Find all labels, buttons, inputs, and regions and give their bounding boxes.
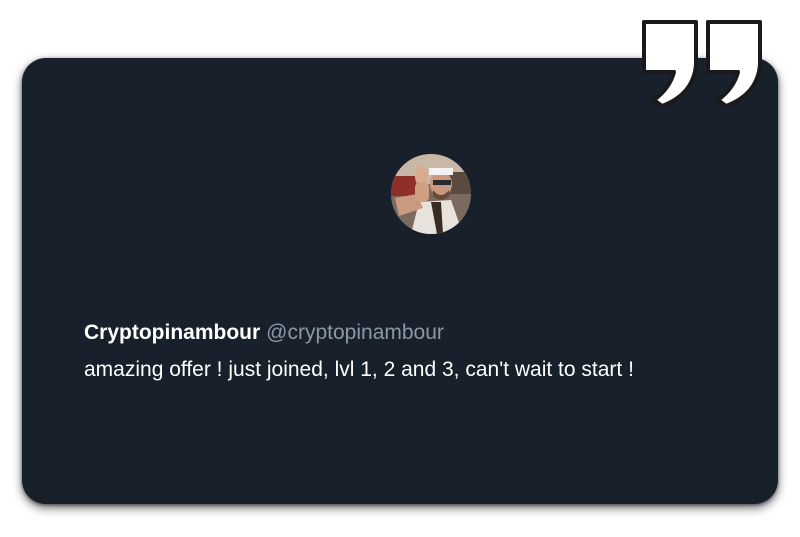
avatar-photo: [391, 154, 471, 234]
user-handle[interactable]: @cryptopinambour: [266, 321, 444, 344]
user-avatar[interactable]: [391, 154, 471, 234]
display-name[interactable]: Cryptopinambour: [84, 321, 260, 344]
testimonial-card: Cryptopinambour @cryptopinambour amazing …: [22, 58, 778, 504]
tweet-header: Cryptopinambour @cryptopinambour: [84, 319, 444, 347]
tweet-text: amazing offer ! just joined, lvl 1, 2 an…: [84, 358, 634, 381]
closing-quote-icon: [642, 20, 762, 108]
